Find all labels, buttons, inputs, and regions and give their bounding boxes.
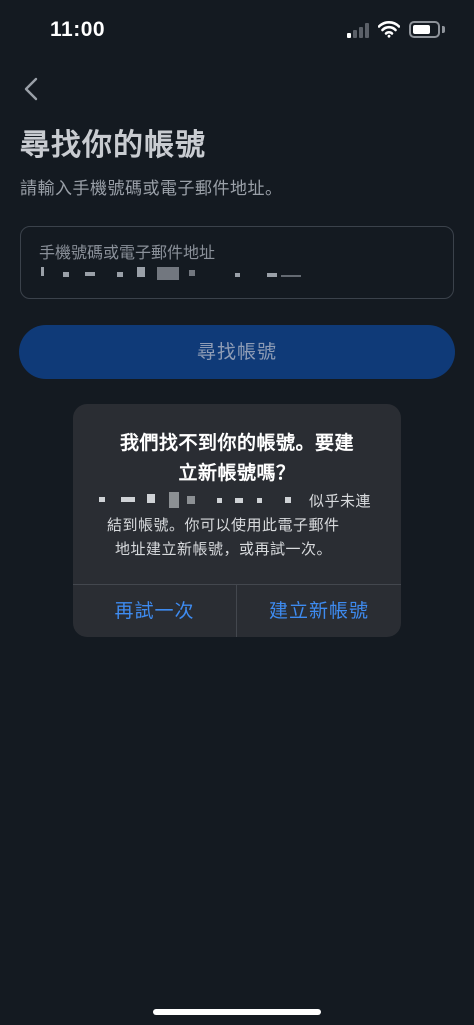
- dialog-title-line2: 立新帳號嗎？: [178, 462, 296, 484]
- alert-dialog: 我們找不到你的帳號。要建 立新帳號嗎？ 似乎未連 結到帳號。你可以使用此電子郵件…: [73, 404, 401, 637]
- retry-button[interactable]: 再試一次: [73, 585, 236, 637]
- contact-input-field[interactable]: 手機號碼或電子郵件地址: [20, 226, 454, 299]
- status-bar: 11:00: [0, 0, 474, 62]
- dialog-message-line1: 似乎未連: [309, 492, 372, 510]
- battery-tip: [442, 26, 445, 33]
- home-indicator[interactable]: [153, 1009, 321, 1015]
- battery-icon: [409, 21, 440, 38]
- page-subtitle: 請輸入手機號碼或電子郵件地址。: [20, 179, 283, 199]
- field-label: 手機號碼或電子郵件地址: [39, 243, 216, 262]
- back-chevron-icon[interactable]: [20, 76, 44, 102]
- redacted-email: [99, 492, 299, 508]
- page-title: 尋找你的帳號: [20, 128, 206, 163]
- dialog-title-line1: 我們找不到你的帳號。要建: [119, 432, 354, 454]
- find-account-button[interactable]: 尋找帳號: [19, 325, 455, 379]
- dialog-title: 我們找不到你的帳號。要建 立新帳號嗎？: [89, 428, 385, 488]
- cellular-signal-icon: [347, 22, 371, 38]
- status-time: 11:00: [50, 18, 106, 41]
- wifi-icon: [378, 21, 400, 38]
- create-account-button[interactable]: 建立新帳號: [237, 585, 401, 637]
- dialog-message-line3: 地址建立新帳號，或再試一次。: [115, 540, 333, 558]
- redacted-contact-value: [39, 267, 339, 281]
- dialog-message-line2: 結到帳號。你可以使用此電子郵件: [107, 516, 340, 534]
